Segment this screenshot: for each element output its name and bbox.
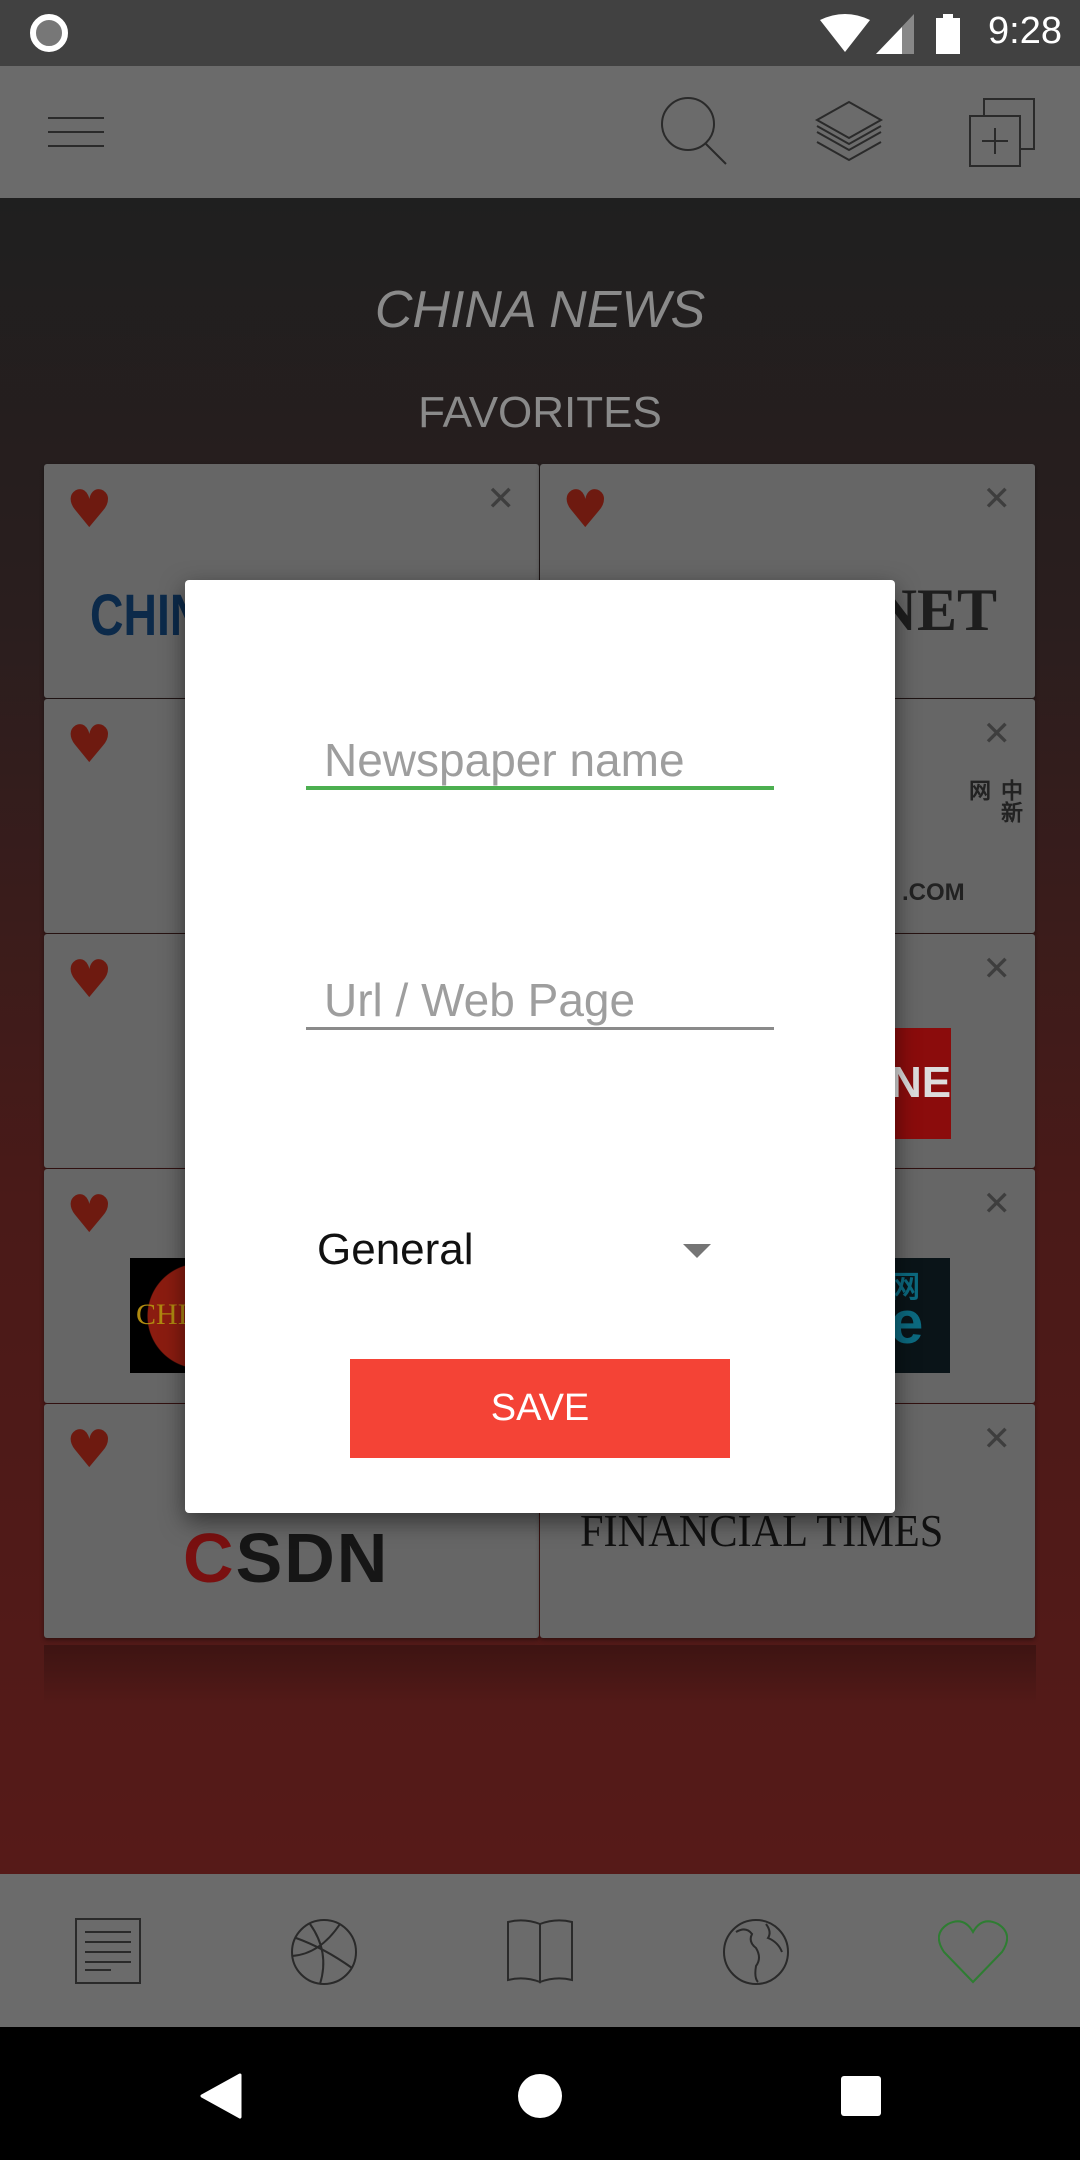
newspaper-name-input[interactable]: Newspaper name — [306, 730, 774, 790]
notification-icon — [30, 14, 68, 52]
battery-icon — [936, 14, 960, 54]
layers-icon[interactable] — [814, 100, 884, 166]
close-icon[interactable]: ✕ — [983, 482, 1012, 516]
world-icon[interactable] — [722, 1918, 790, 1986]
heart-icon[interactable]: ♥ — [66, 1424, 113, 1476]
heart-icon[interactable]: ♥ — [66, 954, 113, 1006]
status-bar: 9:28 — [0, 0, 1080, 66]
close-icon[interactable]: ✕ — [983, 1422, 1012, 1456]
sports-icon[interactable] — [290, 1918, 358, 1986]
menu-icon[interactable] — [48, 114, 106, 154]
wifi-icon — [820, 14, 870, 52]
heart-icon[interactable]: ♥ — [66, 484, 113, 536]
url-input[interactable]: Url / Web Page — [306, 970, 774, 1030]
section-title: FAVORITES — [418, 388, 662, 437]
news-icon[interactable] — [75, 1918, 141, 1984]
close-icon[interactable]: ✕ — [487, 482, 516, 516]
heart-icon[interactable]: ♥ — [66, 1189, 113, 1241]
close-icon[interactable]: ✕ — [983, 1187, 1012, 1221]
favorites-icon[interactable] — [938, 1918, 1008, 1984]
grid-shadow — [44, 1645, 1036, 1705]
search-icon[interactable] — [660, 96, 730, 166]
close-icon[interactable]: ✕ — [983, 717, 1012, 751]
toolbar — [0, 66, 1080, 198]
save-button[interactable]: SAVE — [350, 1359, 730, 1458]
home-icon[interactable] — [517, 2073, 563, 2119]
book-icon[interactable] — [506, 1918, 574, 1986]
signal-icon — [876, 14, 914, 54]
bottom-nav — [0, 1874, 1080, 2027]
back-icon[interactable] — [200, 2073, 242, 2119]
category-value: General — [317, 1225, 474, 1274]
heart-icon[interactable]: ♥ — [562, 484, 609, 536]
page-title: CHINA NEWS — [374, 281, 706, 339]
recents-icon[interactable] — [840, 2075, 882, 2117]
close-icon[interactable]: ✕ — [983, 952, 1012, 986]
clock: 9:28 — [988, 10, 1062, 52]
dropdown-arrow-icon — [683, 1244, 711, 1258]
heart-icon[interactable]: ♥ — [66, 719, 113, 771]
add-page-icon[interactable] — [968, 98, 1038, 168]
system-nav-bar — [0, 2027, 1080, 2160]
newspaper-logo: CSDN — [183, 1519, 390, 1597]
add-newspaper-dialog: Newspaper name Url / Web Page General SA… — [185, 580, 895, 1513]
category-select[interactable]: General — [317, 1210, 737, 1290]
